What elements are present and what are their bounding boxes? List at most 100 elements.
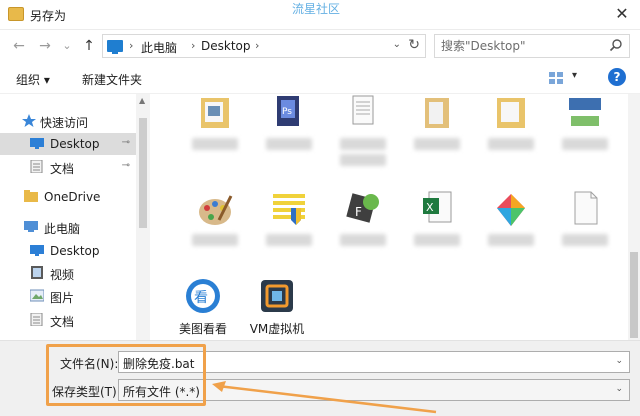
blurred-filename (562, 234, 608, 246)
sidebar-item-label: 文档 (50, 315, 75, 329)
up-button[interactable]: ↑ (80, 37, 98, 55)
svg-text:Ps: Ps (282, 107, 292, 117)
svg-text:看: 看 (194, 290, 208, 306)
watermark-text: 流星社区 (292, 2, 341, 16)
blurred-filename (562, 138, 608, 150)
sidebar-item-label: 视频 (50, 268, 75, 282)
sidebar-item-quick-access[interactable]: 快速访问 (0, 110, 136, 132)
pin-icon: ⊸ (121, 160, 130, 171)
blurred-filename (340, 154, 386, 166)
excel-file-icon: X (423, 191, 452, 223)
star-icon (22, 114, 36, 127)
colorful-app-icon (497, 194, 525, 226)
scrollbar-thumb[interactable] (630, 252, 638, 338)
blurred-filename (488, 234, 534, 246)
blurred-filename (192, 234, 238, 246)
recent-locations-button[interactable]: ⌄ (58, 37, 76, 55)
vmware-icon (261, 280, 293, 312)
organize-button[interactable]: 组织 ▾ (16, 71, 50, 88)
svg-text:F: F (355, 205, 362, 219)
window-title: 另存为 (30, 9, 67, 23)
breadcrumb-separator: › (255, 39, 260, 52)
videos-icon (31, 266, 43, 279)
sidebar-item-documents[interactable]: 文档 (0, 309, 136, 331)
photoshop-icon: Ps (277, 96, 299, 126)
sidebar-item-label: 快速访问 (40, 116, 89, 130)
highlight-box (46, 344, 206, 406)
sidebar-scrollbar[interactable]: ▲ (136, 94, 150, 340)
command-bar: 组织 ▾ 新建文件夹 ▾ ? (0, 62, 640, 94)
image-viewer-icon: 看 (186, 279, 220, 313)
navigation-pane: 快速访问 Desktop ⊸ 文档 ⊸ OneDrive 此电脑 Desktop… (0, 94, 150, 340)
search-box[interactable] (434, 34, 630, 58)
help-icon[interactable]: ? (608, 68, 626, 86)
blurred-filename (340, 138, 386, 150)
address-dropdown-icon[interactable]: ⌄ (393, 39, 401, 50)
svg-text:X: X (426, 201, 434, 214)
view-options-dropdown[interactable]: ▾ (572, 70, 577, 81)
new-folder-button[interactable]: 新建文件夹 (82, 71, 142, 88)
sidebar-item-label: Desktop (50, 137, 100, 151)
blurred-filename (414, 234, 460, 246)
sidebar-item-label: OneDrive (44, 190, 101, 204)
chevron-down-icon[interactable]: ⌄ (615, 356, 623, 366)
sidebar-item-onedrive[interactable]: OneDrive (0, 186, 136, 208)
title-bar: 另存为 流星社区 ✕ (0, 0, 640, 30)
blurred-filename (488, 138, 534, 150)
this-pc-icon (24, 221, 38, 232)
pin-icon: ⊸ (121, 137, 130, 148)
breadcrumb-this-pc[interactable]: 此电脑 (141, 39, 177, 56)
scroll-up-icon[interactable]: ▲ (139, 96, 145, 105)
this-pc-icon (107, 40, 123, 54)
file-list-scrollbar[interactable] (628, 94, 640, 340)
sidebar-item-label: Desktop (50, 244, 100, 258)
navigation-bar: ← → ⌄ ↑ › 此电脑 › Desktop › ⌄ ↻ (0, 30, 640, 62)
sidebar-item-videos[interactable]: 视频 (0, 262, 136, 284)
blurred-filename (340, 234, 386, 246)
pictures-icon (30, 289, 44, 302)
onedrive-folder-icon (24, 190, 38, 202)
address-bar[interactable]: › 此电脑 › Desktop › ⌄ ↻ (102, 34, 426, 58)
breadcrumb-separator: › (191, 39, 196, 52)
view-options-icon[interactable] (548, 71, 564, 85)
sidebar-item-pictures[interactable]: 图片 (0, 285, 136, 307)
scrollbar-thumb[interactable] (139, 118, 147, 228)
search-icon[interactable] (609, 38, 623, 52)
forward-button[interactable]: → (36, 37, 54, 55)
text-document-icon (352, 95, 374, 125)
documents-icon (30, 160, 43, 173)
annotation-arrow (212, 381, 437, 414)
sidebar-item-documents-pinned[interactable]: 文档 ⊸ (0, 156, 136, 178)
sidebar-item-this-pc[interactable]: 此电脑 (0, 216, 136, 238)
blurred-filename (266, 234, 312, 246)
folder-icon (497, 98, 525, 128)
blank-file-icon (574, 191, 598, 225)
sidebar-item-label: 此电脑 (44, 222, 81, 236)
chevron-down-icon[interactable]: ⌄ (615, 384, 623, 394)
breadcrumb-desktop[interactable]: Desktop (201, 39, 251, 53)
paint-palette-icon (199, 195, 233, 225)
documents-icon (30, 313, 43, 326)
search-input[interactable] (441, 38, 601, 54)
back-button[interactable]: ← (10, 37, 28, 55)
blurred-filename (414, 138, 460, 150)
refresh-icon[interactable]: ↻ (408, 37, 420, 53)
file-list: Ps F X 看 美图看看 VM虚拟机 (150, 94, 640, 340)
batch-file-icon (273, 194, 305, 225)
desktop-icon (30, 245, 44, 256)
folder-icon (8, 7, 24, 21)
flash-app-icon: F (346, 193, 379, 223)
folder-icon (201, 98, 229, 128)
close-button[interactable]: ✕ (604, 0, 640, 29)
file-name: 美图看看 (178, 322, 227, 336)
blurred-filename (266, 138, 312, 150)
sidebar-item-label: 图片 (50, 291, 75, 305)
sidebar-item-desktop[interactable]: Desktop (0, 240, 136, 262)
sidebar-item-desktop-pinned[interactable]: Desktop ⊸ (0, 133, 136, 155)
sidebar-item-label: 文档 (50, 162, 75, 176)
folder-icon (425, 98, 449, 128)
blurred-filename (192, 138, 238, 150)
breadcrumb-separator: › (129, 39, 134, 52)
network-computer-icon (569, 98, 601, 126)
file-name: VM虚拟机 (249, 322, 305, 336)
